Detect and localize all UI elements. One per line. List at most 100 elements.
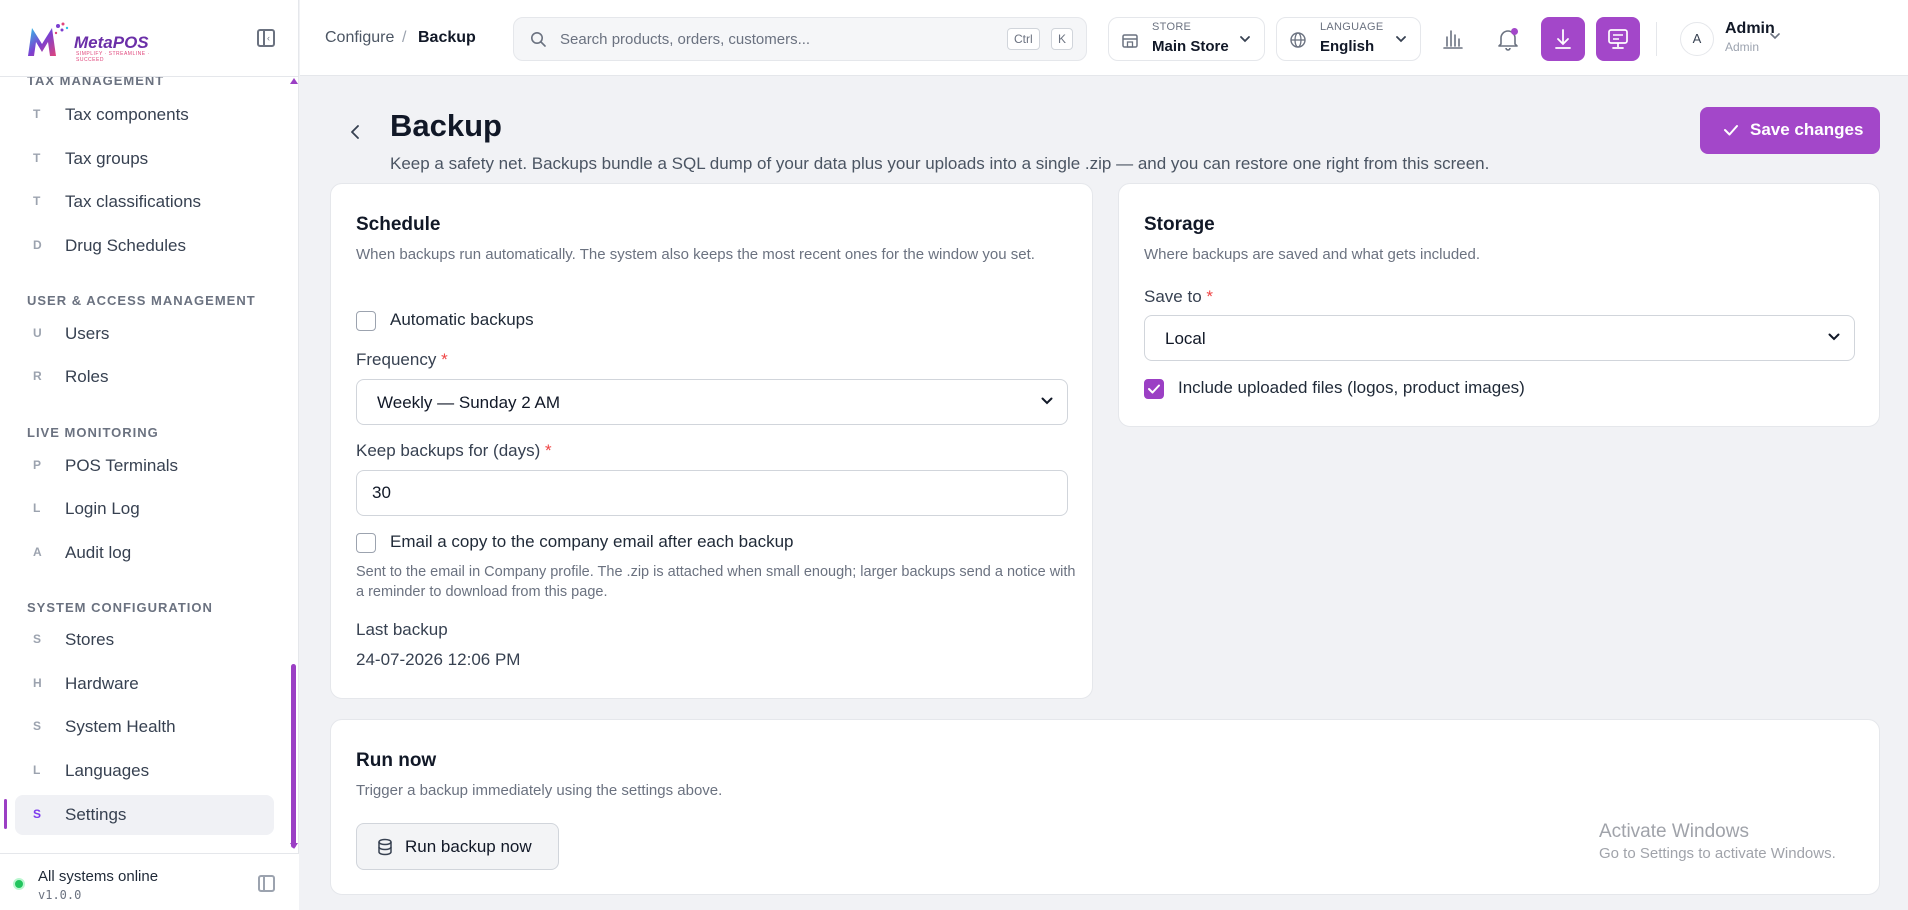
sidebar-item-drug-schedules[interactable]: D Drug Schedules bbox=[15, 226, 274, 266]
store-selector[interactable]: Store Main Store bbox=[1108, 17, 1265, 61]
header-divider bbox=[1656, 22, 1657, 56]
automatic-backups-label: Automatic backups bbox=[390, 310, 534, 329]
language-selector[interactable]: Language English bbox=[1276, 17, 1421, 61]
frequency-label-text: Frequency bbox=[356, 350, 437, 369]
chevron-down-icon bbox=[1041, 397, 1053, 405]
frequency-label: Frequency * bbox=[356, 350, 448, 369]
sidebar-item-tax-classifications[interactable]: T Tax classifications bbox=[15, 182, 274, 222]
sidebar-item-system-health[interactable]: S System Health bbox=[15, 707, 274, 747]
sidebar-item-audit-log[interactable]: A Audit log bbox=[15, 533, 274, 573]
user-menu-chevron-icon[interactable] bbox=[1768, 29, 1782, 43]
pos-terminal-button[interactable] bbox=[1596, 17, 1640, 61]
windows-watermark-subtitle: Go to Settings to activate Windows. bbox=[1599, 845, 1836, 862]
item-label: Drug Schedules bbox=[65, 236, 186, 255]
sidebar-collapse-bottom-icon[interactable] bbox=[258, 875, 275, 892]
run-backup-label: Run backup now bbox=[405, 837, 532, 856]
item-letter: S bbox=[33, 719, 42, 733]
section-title-system: System configuration bbox=[27, 600, 213, 615]
sidebar-item-stores[interactable]: S Stores bbox=[15, 620, 274, 660]
user-avatar[interactable]: A bbox=[1680, 22, 1714, 56]
global-search[interactable]: Ctrl K bbox=[513, 17, 1087, 61]
keep-days-label-text: Keep backups for (days) bbox=[356, 441, 541, 460]
email-copy-label: Email a copy to the company email after … bbox=[390, 532, 794, 551]
brand-name: MetaPOS bbox=[74, 33, 149, 52]
frequency-select[interactable]: Weekly — Sunday 2 AM bbox=[356, 379, 1068, 425]
back-arrow-icon[interactable] bbox=[345, 120, 365, 144]
sidebar-item-settings[interactable]: S Settings bbox=[15, 795, 274, 835]
last-backup-label: Last backup bbox=[356, 620, 448, 639]
page-description: Keep a safety net. Backups bundle a SQL … bbox=[390, 154, 1490, 173]
sidebar-item-hardware[interactable]: H Hardware bbox=[15, 664, 274, 704]
include-uploads-checkbox[interactable] bbox=[1144, 379, 1164, 399]
item-letter: T bbox=[33, 107, 41, 121]
status-online-icon bbox=[13, 878, 25, 890]
bell-icon bbox=[1498, 30, 1518, 51]
item-label: Languages bbox=[65, 761, 150, 780]
run-now-title: Run now bbox=[356, 750, 437, 771]
item-letter: A bbox=[33, 545, 42, 559]
breadcrumb-current: Backup bbox=[418, 29, 476, 46]
last-backup-value: 24-07-2026 12:06 PM bbox=[356, 650, 521, 669]
system-status: All systems online v1.0.0 bbox=[0, 853, 299, 910]
scroll-up-icon[interactable] bbox=[290, 78, 298, 84]
breadcrumb-configure[interactable]: Configure bbox=[325, 29, 394, 47]
sidebar-item-tax-groups[interactable]: T Tax groups bbox=[15, 139, 274, 179]
status-text: All systems online bbox=[38, 868, 159, 885]
sidebar-item-languages[interactable]: L Languages bbox=[15, 751, 274, 791]
language-value: English bbox=[1320, 38, 1375, 55]
keep-days-label: Keep backups for (days) * bbox=[356, 441, 552, 460]
check-icon bbox=[1724, 125, 1738, 136]
storage-description: Where backups are saved and what gets in… bbox=[1144, 246, 1481, 263]
item-label: Tax groups bbox=[65, 149, 149, 168]
sidebar-item-roles[interactable]: R Roles bbox=[15, 357, 274, 397]
item-label: Login Log bbox=[65, 499, 140, 518]
user-role: Admin bbox=[1725, 40, 1760, 54]
sidebar-collapse-icon[interactable]: ‹ bbox=[257, 29, 275, 47]
item-letter: R bbox=[33, 369, 42, 383]
sidebar-scrollbar[interactable] bbox=[291, 664, 296, 848]
bar-chart-icon bbox=[1443, 30, 1463, 49]
breadcrumb-separator: / bbox=[402, 29, 407, 46]
notification-badge bbox=[1511, 28, 1518, 35]
item-label: Stores bbox=[65, 630, 115, 649]
item-letter: H bbox=[33, 676, 42, 690]
notifications-button[interactable] bbox=[1486, 17, 1530, 61]
top-header: Configure / Backup Ctrl K Store Main Sto… bbox=[300, 0, 1908, 76]
save-to-label-text: Save to bbox=[1144, 287, 1202, 306]
schedule-description: When backups run automatically. The syst… bbox=[356, 246, 1035, 263]
app-version: v1.0.0 bbox=[38, 888, 82, 902]
keep-days-input[interactable] bbox=[356, 470, 1068, 516]
search-icon bbox=[531, 32, 546, 47]
download-icon bbox=[1555, 29, 1571, 49]
chevron-down-icon bbox=[1240, 36, 1250, 43]
save-to-label: Save to * bbox=[1144, 287, 1214, 306]
sidebar-item-users[interactable]: U Users bbox=[15, 314, 274, 354]
run-backup-button[interactable]: Run backup now bbox=[356, 823, 559, 870]
sidebar: MetaPOS SIMPLIFY · STREAMLINE · SUCCEED … bbox=[0, 0, 299, 910]
save-changes-button[interactable]: Save changes bbox=[1700, 107, 1880, 154]
windows-watermark-title: Activate Windows bbox=[1599, 821, 1749, 842]
search-input[interactable] bbox=[560, 26, 960, 52]
schedule-title: Schedule bbox=[356, 214, 441, 235]
frequency-value: Weekly — Sunday 2 AM bbox=[377, 393, 560, 412]
section-title-users: User & access management bbox=[27, 293, 256, 308]
store-label: Store bbox=[1152, 21, 1192, 33]
download-button[interactable] bbox=[1541, 17, 1585, 61]
sidebar-item-pos-terminals[interactable]: P POS Terminals bbox=[15, 446, 274, 486]
language-label: Language bbox=[1320, 21, 1384, 33]
reports-button[interactable] bbox=[1431, 17, 1475, 61]
item-letter: P bbox=[33, 458, 42, 472]
scroll-down-icon[interactable] bbox=[290, 843, 298, 849]
item-label: Users bbox=[65, 324, 110, 343]
save-changes-label: Save changes bbox=[1750, 120, 1864, 139]
brand-logo[interactable]: MetaPOS SIMPLIFY · STREAMLINE · SUCCEED bbox=[26, 20, 166, 63]
item-label: System Health bbox=[65, 717, 176, 736]
email-copy-checkbox[interactable] bbox=[356, 533, 376, 553]
automatic-backups-checkbox[interactable] bbox=[356, 311, 376, 331]
sidebar-item-login-log[interactable]: L Login Log bbox=[15, 489, 274, 529]
store-value: Main Store bbox=[1152, 38, 1229, 55]
database-icon bbox=[378, 838, 392, 856]
sidebar-item-tax-components[interactable]: T Tax components bbox=[15, 95, 274, 135]
save-to-select[interactable]: Local bbox=[1144, 315, 1855, 361]
item-label: Tax components bbox=[65, 105, 189, 124]
